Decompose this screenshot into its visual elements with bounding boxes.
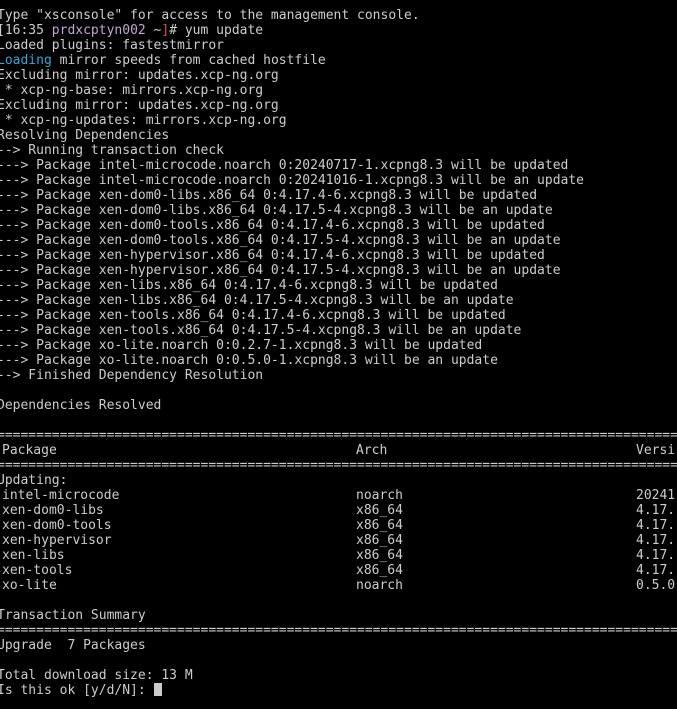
- output-line: ---> Package xen-libs.x86_64 0:4.17.5-4.…: [0, 293, 514, 308]
- row-arch: noarch: [356, 578, 403, 593]
- output-line: ---> Package xen-dom0-libs.x86_64 0:4.17…: [0, 203, 553, 218]
- row-arch: noarch: [356, 488, 403, 503]
- output-line: --> Running transaction check: [0, 143, 224, 158]
- prompt-host: prdxcptyn002: [51, 23, 146, 38]
- confirm-prompt[interactable]: Is this ok [y/d/N]:: [0, 683, 677, 698]
- motd-line: Type "xsconsole" for access to the manag…: [0, 8, 420, 23]
- table-row: xen-tools x86_64 4.17.: [0, 563, 677, 578]
- table-header: Package Arch Versi: [0, 443, 677, 458]
- output-line: * xcp-ng-updates: mirrors.xcp-ng.org: [0, 113, 287, 128]
- output-line: ---> Package xo-lite.noarch 0:0.2.7-1.xc…: [0, 338, 483, 353]
- section-label: Updating:: [0, 473, 68, 488]
- table-row: intel-microcode noarch 20241: [0, 488, 677, 503]
- command-text: # yum update: [169, 23, 264, 38]
- table-separator: ========================================…: [0, 623, 677, 638]
- header-version: Versi: [636, 443, 676, 458]
- output-line: Excluding mirror: updates.xcp-ng.org: [0, 98, 279, 113]
- row-version: 4.17.: [636, 548, 676, 563]
- table-separator: ========================================…: [0, 428, 677, 443]
- table-row: xo-lite noarch 0.5.0: [0, 578, 677, 593]
- output-line: ---> Package xen-tools.x86_64 0:4.17.5-4…: [0, 323, 522, 338]
- table-row: xen-dom0-tools x86_64 4.17.: [0, 518, 677, 533]
- output-line: ---> Package xo-lite.noarch 0:0.5.0-1.xc…: [0, 353, 498, 368]
- row-version: 4.17.: [636, 533, 676, 548]
- output-line: Loading mirror speeds from cached hostfi…: [0, 53, 677, 68]
- output-line: Dependencies Resolved: [0, 398, 162, 413]
- terminal-window[interactable]: Type "xsconsole" for access to the manag…: [0, 0, 677, 709]
- row-package: xo-lite: [2, 578, 57, 593]
- row-version: 0.5.0: [636, 578, 676, 593]
- row-package: xen-dom0-libs: [2, 503, 104, 518]
- section-label: Transaction Summary: [0, 608, 146, 623]
- prompt-dir: ~: [145, 23, 162, 38]
- table-row: xen-hypervisor x86_64 4.17.: [0, 533, 677, 548]
- row-version: 4.17.: [636, 518, 676, 533]
- row-arch: x86_64: [356, 503, 403, 518]
- row-version: 20241: [636, 488, 676, 503]
- row-version: 4.17.: [636, 563, 676, 578]
- row-version: 4.17.: [636, 503, 676, 518]
- output-line: ---> Package xen-dom0-libs.x86_64 0:4.17…: [0, 188, 538, 203]
- output-line: Loaded plugins: fastestmirror: [0, 38, 224, 53]
- prompt-time: [16:35: [0, 23, 44, 38]
- row-package: xen-dom0-tools: [2, 518, 112, 533]
- row-package: intel-microcode: [2, 488, 120, 503]
- row-package: xen-libs: [2, 548, 65, 563]
- output-line: ---> Package xen-hypervisor.x86_64 0:4.1…: [0, 263, 561, 278]
- row-arch: x86_64: [356, 533, 403, 548]
- row-package: xen-hypervisor: [2, 533, 112, 548]
- table-separator: ========================================…: [0, 458, 677, 473]
- table-row: xen-libs x86_64 4.17.: [0, 548, 677, 563]
- output-line: --> Finished Dependency Resolution: [0, 368, 264, 383]
- row-arch: x86_64: [356, 518, 403, 533]
- output-line: * xcp-ng-base: mirrors.xcp-ng.org: [0, 83, 264, 98]
- header-arch: Arch: [356, 443, 388, 458]
- output-line: ---> Package intel-microcode.noarch 0:20…: [0, 158, 569, 173]
- row-arch: x86_64: [356, 548, 403, 563]
- download-size: Total download size: 13 M: [0, 668, 193, 683]
- output-line: ---> Package xen-dom0-tools.x86_64 0:4.1…: [0, 233, 561, 248]
- upgrade-summary: Upgrade 7 Packages: [0, 638, 146, 653]
- header-package: Package: [2, 443, 57, 458]
- row-arch: x86_64: [356, 563, 403, 578]
- shell-prompt: [16:35 prdxcptyn002 ~]# yum update: [0, 23, 677, 38]
- output-line: Resolving Dependencies: [0, 128, 170, 143]
- table-row: xen-dom0-libs x86_64 4.17.: [0, 503, 677, 518]
- text-cursor[interactable]: [153, 683, 162, 696]
- output-line: Excluding mirror: updates.xcp-ng.org: [0, 68, 279, 83]
- row-package: xen-tools: [2, 563, 73, 578]
- output-line: ---> Package xen-tools.x86_64 0:4.17.4-6…: [0, 308, 506, 323]
- output-line: ---> Package xen-dom0-tools.x86_64 0:4.1…: [0, 218, 545, 233]
- loading-word: Loading: [0, 53, 52, 68]
- output-line: ---> Package intel-microcode.noarch 0:20…: [0, 173, 584, 188]
- confirm-prompt-text: Is this ok [y/d/N]:: [0, 683, 154, 698]
- loading-rest: mirror speeds from cached hostfile: [51, 53, 326, 68]
- output-line: ---> Package xen-hypervisor.x86_64 0:4.1…: [0, 248, 545, 263]
- output-line: ---> Package xen-libs.x86_64 0:4.17.4-6.…: [0, 278, 498, 293]
